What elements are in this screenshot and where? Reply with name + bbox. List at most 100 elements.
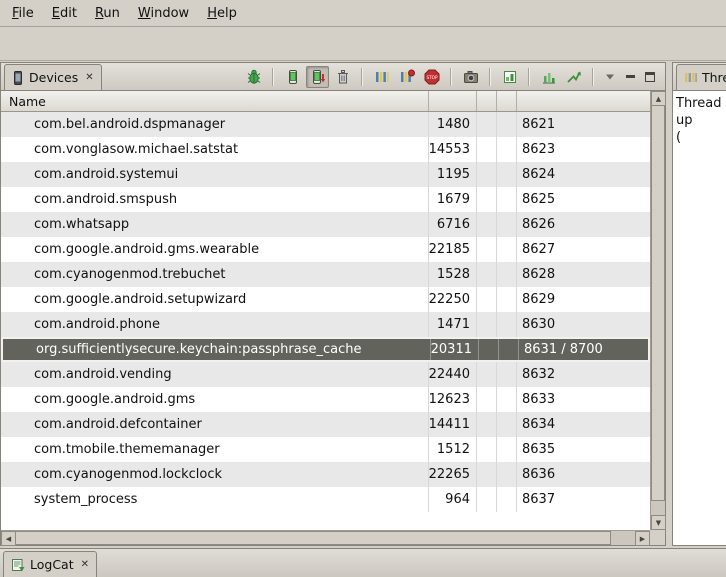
- devices-panel: Devices ✕: [0, 62, 666, 546]
- threads-message-line2: (: [676, 129, 723, 146]
- cell-b1: [477, 162, 497, 187]
- cell-b2: [499, 339, 519, 360]
- menu-help[interactable]: Help: [198, 2, 246, 25]
- logcat-bar: LogCat ✕: [0, 548, 726, 577]
- device-rows: com.bel.android.dspmanager14808621com.vo…: [1, 112, 650, 530]
- cell-name: com.bel.android.dspmanager: [1, 112, 429, 137]
- device-row[interactable]: com.android.phone14718630: [1, 312, 650, 337]
- cell-b2: [497, 387, 517, 412]
- start-method-profiling-icon[interactable]: [395, 66, 418, 88]
- device-row[interactable]: com.google.android.setupwizard222508629: [1, 287, 650, 312]
- column-header-blank1[interactable]: [477, 91, 497, 111]
- vertical-scrollbar-thumb[interactable]: [651, 106, 665, 501]
- tab-threads[interactable]: Threa: [676, 64, 726, 90]
- menu-run[interactable]: Run: [86, 2, 129, 25]
- cell-pid: 6716: [429, 212, 477, 237]
- toolbar-separator: [272, 68, 274, 86]
- cell-pid: 14553: [429, 137, 477, 162]
- cell-b1: [477, 437, 497, 462]
- threads-icon: [684, 71, 697, 84]
- cell-pid: 22185: [429, 237, 477, 262]
- cell-b1: [477, 112, 497, 137]
- cell-pid: 14411: [429, 412, 477, 437]
- cell-port: 8633: [517, 387, 650, 412]
- column-header-blank2[interactable]: [497, 91, 517, 111]
- menubar: File Edit Run Window Help: [0, 0, 726, 27]
- cell-name: com.google.android.gms: [1, 387, 429, 412]
- vertical-scrollbar[interactable]: ▲ ▼: [650, 91, 665, 530]
- screen-capture-icon[interactable]: [459, 66, 482, 88]
- cell-port: 8624: [517, 162, 650, 187]
- device-row[interactable]: com.google.android.gms126238633: [1, 387, 650, 412]
- cell-b1: [477, 387, 497, 412]
- tab-devices-label: Devices: [29, 70, 78, 85]
- toolbar-separator: [450, 68, 452, 86]
- cell-b1: [477, 412, 497, 437]
- device-row[interactable]: com.android.systemui11958624: [1, 162, 650, 187]
- cell-name: com.android.systemui: [1, 162, 429, 187]
- dump-hprof-icon[interactable]: [306, 66, 329, 88]
- device-row[interactable]: com.whatsapp67168626: [1, 212, 650, 237]
- devices-tabbar: Devices ✕: [1, 63, 665, 91]
- device-row[interactable]: com.tmobile.thememanager15128635: [1, 437, 650, 462]
- cell-b1: [477, 312, 497, 337]
- device-row[interactable]: com.bel.android.dspmanager14808621: [1, 112, 650, 137]
- menu-file[interactable]: File: [3, 2, 43, 25]
- threads-panel: Threa Thread up (: [672, 62, 726, 546]
- menu-window[interactable]: Window: [129, 2, 198, 25]
- scroll-up-icon[interactable]: ▲: [651, 91, 666, 106]
- device-row[interactable]: com.android.defcontainer144118634: [1, 412, 650, 437]
- maximize-icon[interactable]: [640, 67, 660, 87]
- device-row[interactable]: system_process9648637: [1, 487, 650, 512]
- tab-devices[interactable]: Devices ✕: [4, 64, 102, 90]
- scroll-right-icon[interactable]: ▶: [635, 531, 650, 546]
- hierarchy-view-icon[interactable]: [498, 66, 521, 88]
- sysinfo-icon[interactable]: [537, 66, 560, 88]
- close-icon[interactable]: ✕: [83, 72, 93, 83]
- tab-logcat[interactable]: LogCat ✕: [3, 551, 97, 577]
- cell-name: system_process: [1, 487, 429, 512]
- cause-gc-icon[interactable]: [331, 66, 354, 88]
- device-row[interactable]: org.sufficientlysecure.keychain:passphra…: [1, 337, 650, 362]
- vertical-scrollbar-track[interactable]: [651, 501, 665, 515]
- minimize-icon[interactable]: [620, 67, 640, 87]
- device-row[interactable]: com.google.android.gms.wearable221858627: [1, 237, 650, 262]
- cell-name: com.vonglasow.michael.satstat: [1, 137, 429, 162]
- debug-icon[interactable]: [242, 66, 265, 88]
- cell-name: org.sufficientlysecure.keychain:passphra…: [3, 339, 431, 360]
- horizontal-scrollbar-thumb[interactable]: [16, 531, 611, 545]
- update-heap-icon[interactable]: [281, 66, 304, 88]
- stop-process-icon[interactable]: STOP: [420, 66, 443, 88]
- column-header-pid[interactable]: [429, 91, 477, 111]
- update-threads-icon[interactable]: [370, 66, 393, 88]
- menu-edit[interactable]: Edit: [43, 2, 86, 25]
- device-row[interactable]: com.cyanogenmod.lockclock222658636: [1, 462, 650, 487]
- device-row[interactable]: com.android.vending224408632: [1, 362, 650, 387]
- cell-name: com.android.phone: [1, 312, 429, 337]
- cell-b2: [497, 187, 517, 212]
- cell-b2: [497, 237, 517, 262]
- cell-b2: [497, 362, 517, 387]
- scroll-left-icon[interactable]: ◀: [1, 531, 16, 546]
- cell-b1: [477, 287, 497, 312]
- device-row[interactable]: com.vonglasow.michael.satstat145538623: [1, 137, 650, 162]
- horizontal-scrollbar-track[interactable]: [611, 531, 635, 545]
- column-header-name[interactable]: Name: [1, 91, 429, 111]
- device-row[interactable]: com.android.smspush16798625: [1, 187, 650, 212]
- trace-icon[interactable]: [562, 66, 585, 88]
- device-row[interactable]: com.cyanogenmod.trebuchet15288628: [1, 262, 650, 287]
- cell-name: com.android.defcontainer: [1, 412, 429, 437]
- cell-name: com.whatsapp: [1, 212, 429, 237]
- horizontal-scrollbar[interactable]: ◀ ▶: [1, 530, 650, 545]
- cell-port: 8631 / 8700: [519, 339, 648, 360]
- cell-b2: [497, 312, 517, 337]
- column-header-port[interactable]: [517, 91, 650, 111]
- close-icon[interactable]: ✕: [79, 559, 89, 570]
- view-menu-icon[interactable]: [600, 67, 620, 87]
- cell-port: 8629: [517, 287, 650, 312]
- cell-name: com.android.vending: [1, 362, 429, 387]
- window: File Edit Run Window Help Devices ✕: [0, 0, 726, 577]
- scroll-down-icon[interactable]: ▼: [651, 515, 666, 530]
- toolbar-separator: [361, 68, 363, 86]
- cell-b1: [477, 237, 497, 262]
